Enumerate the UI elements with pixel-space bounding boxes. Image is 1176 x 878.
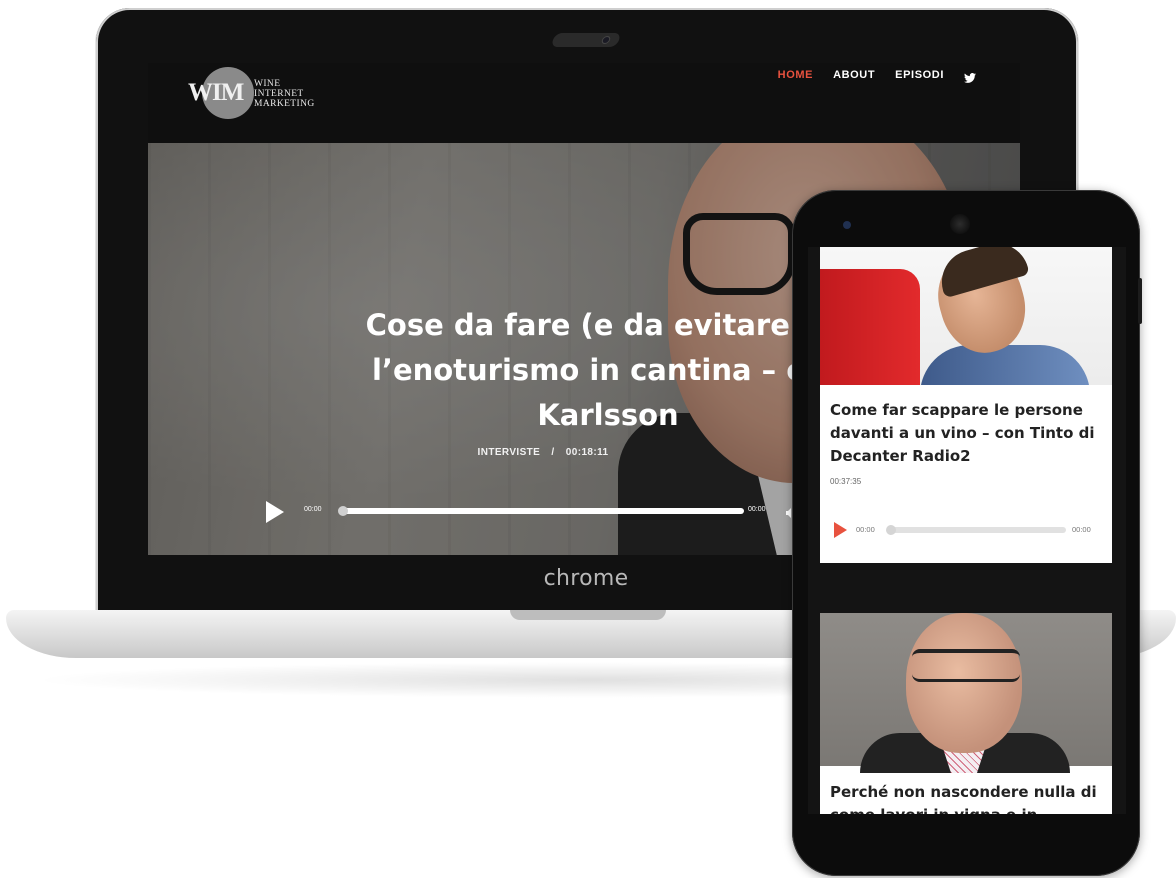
- twitter-icon[interactable]: [964, 70, 976, 83]
- play-icon[interactable]: [266, 501, 284, 523]
- nav-home[interactable]: HOME: [778, 69, 813, 81]
- episode-title[interactable]: Come far scappare le persone davanti a u…: [830, 399, 1102, 468]
- player-time-duration: 00:00: [1072, 525, 1091, 534]
- laptop-camera: [550, 33, 622, 47]
- thumbnail-person-face: [906, 613, 1022, 753]
- episode-thumbnail[interactable]: [820, 247, 1112, 385]
- site-logo[interactable]: WIM WINE INTERNET MARKETING: [184, 67, 344, 121]
- logo-wordmark: WINE INTERNET MARKETING: [254, 79, 315, 109]
- player-time-current: 00:00: [304, 506, 322, 513]
- laptop-hinge-notch: [510, 610, 666, 620]
- player-progress-handle[interactable]: [886, 525, 896, 535]
- phone-speaker: [950, 214, 970, 234]
- logo-mark: WIM: [188, 79, 244, 106]
- player-time-current: 00:00: [856, 525, 875, 534]
- hero-separator: /: [551, 447, 555, 458]
- phone-side-button: [1138, 278, 1142, 324]
- nav-about[interactable]: ABOUT: [833, 69, 875, 81]
- main-nav: HOME ABOUT EPISODI: [778, 69, 976, 83]
- episode-thumbnail[interactable]: [820, 613, 1112, 773]
- hero-category[interactable]: INTERVISTE: [478, 447, 541, 458]
- phone-screen: Come far scappare le persone davanti a u…: [808, 247, 1126, 814]
- thumbnail-person-shirt: [920, 345, 1090, 385]
- player-progress-bar[interactable]: [888, 527, 1066, 533]
- play-icon[interactable]: [834, 522, 847, 538]
- player-time-duration: 00:00: [748, 506, 766, 513]
- episode-duration: 00:37:35: [830, 477, 862, 486]
- episode-title[interactable]: Perché non nascondere nulla di come lavo…: [830, 781, 1102, 814]
- hero-duration: 00:18:11: [565, 447, 609, 458]
- episode-audio-player: 00:00 00:00: [832, 519, 1100, 541]
- phone-camera: [843, 221, 851, 229]
- player-progress-bar[interactable]: [340, 508, 744, 514]
- thumbnail-person-glasses: [912, 649, 1020, 682]
- laptop-brand-label: chrome: [543, 566, 629, 591]
- player-progress-handle[interactable]: [338, 506, 348, 516]
- nav-episodi[interactable]: EPISODI: [895, 69, 944, 81]
- episode-card[interactable]: Come far scappare le persone davanti a u…: [820, 247, 1112, 563]
- thumbnail-red-chair: [820, 269, 920, 385]
- episode-card[interactable]: Perché non nascondere nulla di come lavo…: [820, 613, 1112, 814]
- site-header: WIM WINE INTERNET MARKETING HOME ABOUT E…: [148, 63, 1020, 143]
